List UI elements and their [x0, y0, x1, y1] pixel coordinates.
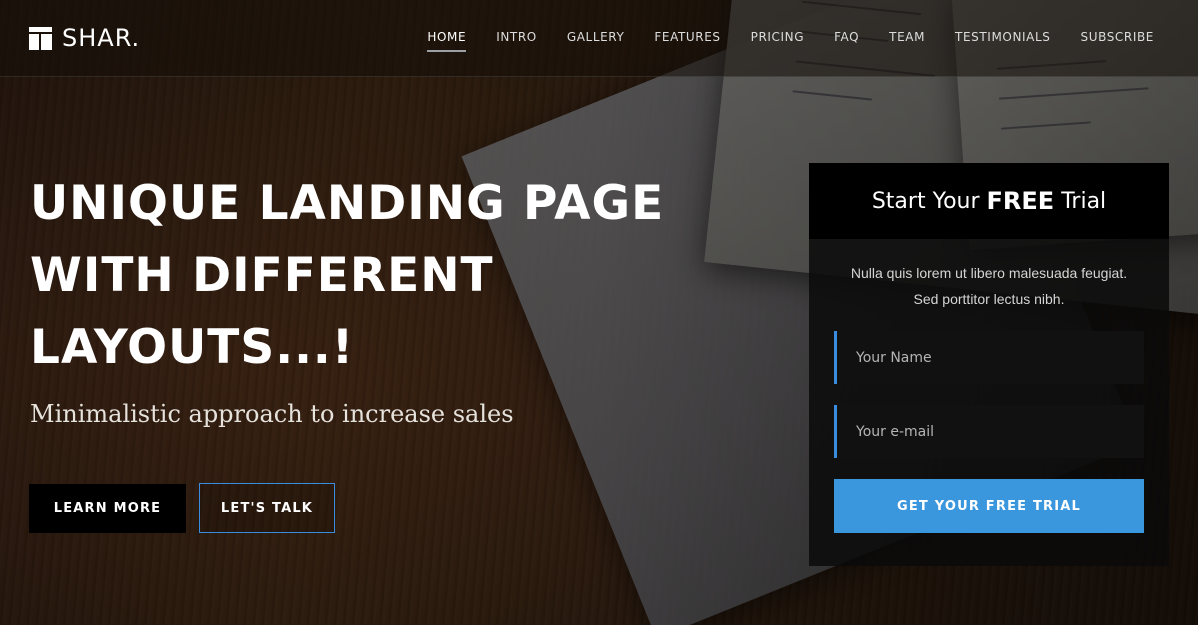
hero-subtitle: Minimalistic approach to increase sales — [30, 400, 514, 428]
brand-logo[interactable]: SHAR. — [29, 24, 140, 52]
nav-item-gallery[interactable]: GALLERY — [567, 30, 625, 50]
nav-item-subscribe[interactable]: SUBSCRIBE — [1080, 30, 1154, 50]
nav-item-pricing[interactable]: PRICING — [751, 30, 805, 50]
main-nav: HOME INTRO GALLERY FEATURES PRICING FAQ … — [427, 30, 1154, 52]
trial-description: Nulla quis lorem ut libero malesuada feu… — [809, 260, 1169, 312]
grid-logo-icon — [29, 26, 52, 50]
site-header: SHAR. HOME INTRO GALLERY FEATURES PRICIN… — [0, 0, 1198, 77]
hero-title-line: WITH DIFFERENT — [30, 248, 494, 303]
nav-item-team[interactable]: TEAM — [889, 30, 925, 50]
hero-title: UNIQUE LANDING PAGE WITH DIFFERENT LAYOU… — [30, 168, 730, 384]
trial-title-emphasis: FREE — [986, 187, 1055, 215]
brand-name: SHAR. — [62, 24, 141, 52]
lets-talk-button[interactable]: LET'S TALK — [199, 483, 335, 533]
name-input[interactable] — [856, 349, 1144, 366]
hero-title-line: UNIQUE LANDING PAGE — [30, 176, 665, 231]
email-input[interactable] — [856, 423, 1144, 440]
trial-description-line: Nulla quis lorem ut libero malesuada feu… — [850, 265, 1128, 281]
email-field — [834, 405, 1144, 458]
learn-more-button[interactable]: LEARN MORE — [29, 484, 186, 533]
trial-panel-title: Start Your FREE Trial — [809, 163, 1169, 239]
get-free-trial-button[interactable]: GET YOUR FREE TRIAL — [834, 479, 1144, 533]
nav-item-features[interactable]: FEATURES — [654, 30, 720, 50]
nav-item-intro[interactable]: INTRO — [496, 30, 537, 50]
free-trial-panel: Start Your FREE Trial Nulla quis lorem u… — [809, 163, 1169, 566]
nav-item-home[interactable]: HOME — [427, 30, 467, 52]
trial-title-prefix: Start Your — [871, 188, 980, 214]
nav-item-faq[interactable]: FAQ — [834, 30, 859, 50]
trial-title-suffix: Trial — [1061, 188, 1107, 214]
trial-description-line: Sed porttitor lectus nibh. — [913, 291, 1065, 307]
name-field — [834, 331, 1144, 384]
nav-item-testimonials[interactable]: TESTIMONIALS — [955, 30, 1050, 50]
hero-title-line: LAYOUTS...! — [30, 320, 355, 375]
